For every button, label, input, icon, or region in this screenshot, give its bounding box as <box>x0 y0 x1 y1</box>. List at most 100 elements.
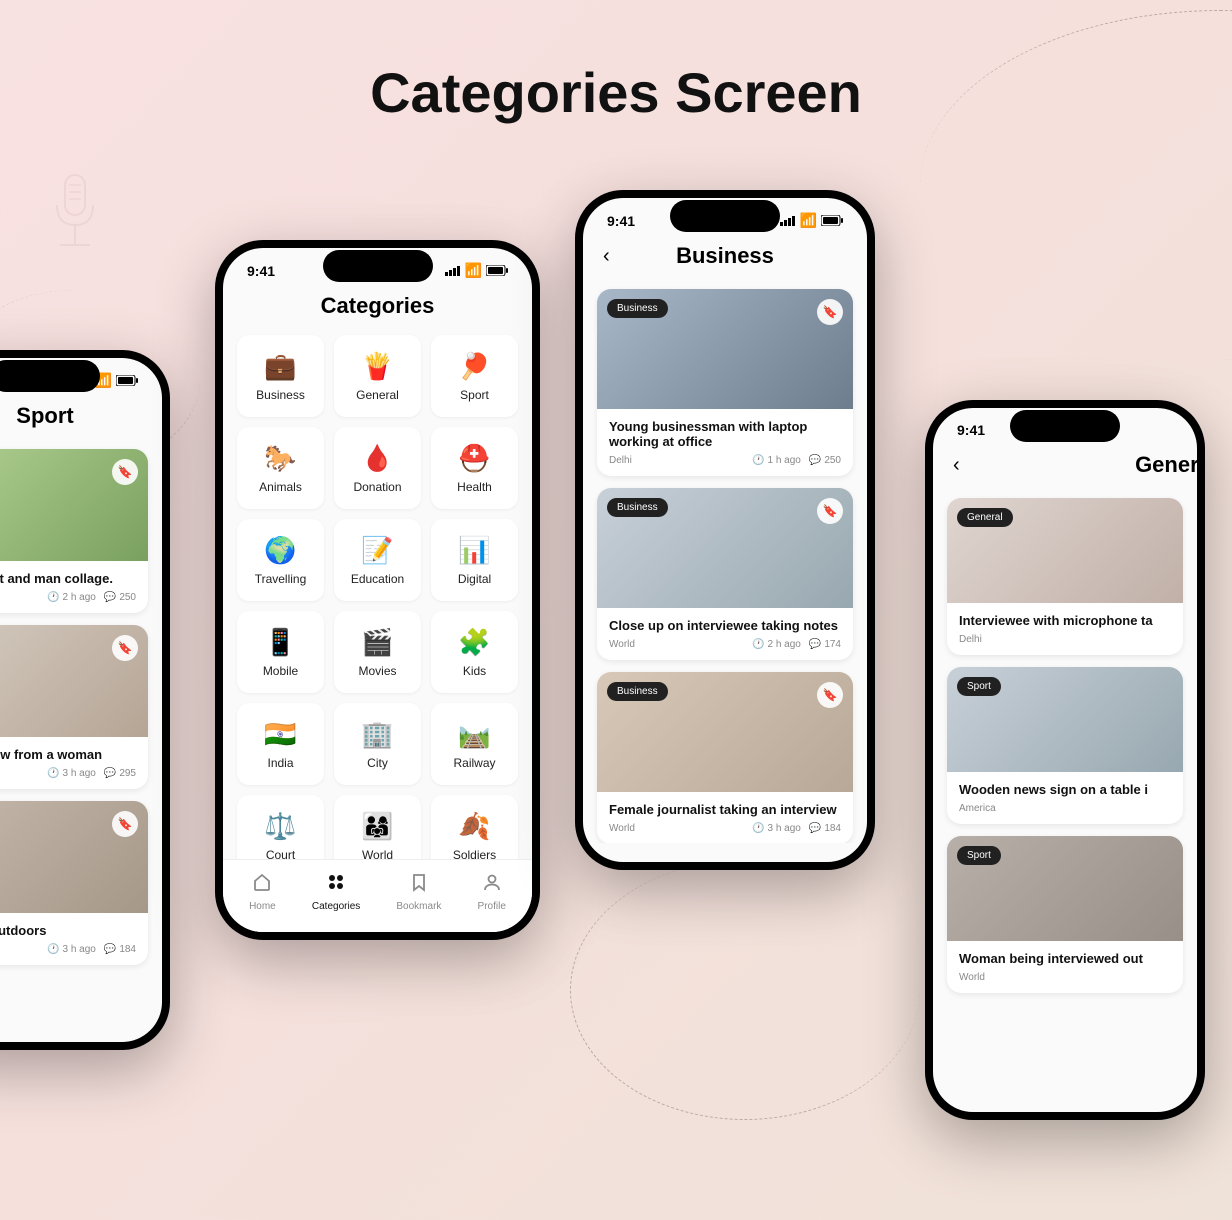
article-card[interactable]: 🔖 interview from a woman 🕐 3 h ago 💬 295 <box>0 625 148 789</box>
bookmark-icon[interactable]: 🔖 <box>817 682 843 708</box>
comments-meta: 💬 250 <box>809 455 841 466</box>
category-tile-travelling[interactable]: 🌍Travelling <box>237 519 324 601</box>
status-icons: 📶 <box>445 262 508 279</box>
nav-home[interactable]: Home <box>249 872 276 912</box>
category-label: Movies <box>358 664 396 678</box>
article-card[interactable]: Business 🔖 Female journalist taking an i… <box>597 672 853 843</box>
location-meta: World <box>959 972 985 983</box>
category-icon: 🛤️ <box>458 719 490 750</box>
screen-title: Sport <box>16 403 73 429</box>
category-tile-city[interactable]: 🏢City <box>334 703 421 785</box>
category-tag: Sport <box>957 846 1001 865</box>
time-meta: 🕐 3 h ago <box>47 944 96 955</box>
location-meta: World <box>609 639 635 650</box>
back-button[interactable]: ‹ <box>603 245 610 268</box>
category-tile-mobile[interactable]: 📱Mobile <box>237 611 324 693</box>
status-icons: 📶 <box>780 212 843 229</box>
nav-label: Home <box>249 901 276 912</box>
article-card[interactable]: Business 🔖 Young businessman with laptop… <box>597 289 853 476</box>
category-label: Railway <box>453 756 495 770</box>
category-label: Education <box>351 572 404 586</box>
category-tag: Business <box>607 682 668 701</box>
comments-meta: 💬 184 <box>104 944 136 955</box>
nav-profile[interactable]: Profile <box>478 872 506 912</box>
category-tile-health[interactable]: ⛑️ Health <box>431 427 518 509</box>
article-card[interactable]: Sport Woman being interviewed out World <box>947 836 1183 993</box>
category-tile-animals[interactable]: 🐎 Animals <box>237 427 324 509</box>
comments-meta: 💬 250 <box>104 592 136 603</box>
phone-general: 9:41 ‹ General General Interviewee with … <box>925 400 1205 1120</box>
location-meta: Delhi <box>959 634 982 645</box>
time-meta: 🕐 1 h ago <box>752 455 801 466</box>
category-tile-education[interactable]: 📝 Education <box>334 519 421 601</box>
category-tile-sport[interactable]: 🏓Sport <box>431 335 518 417</box>
bookmark-icon[interactable]: 🔖 <box>112 635 138 661</box>
article-card[interactable]: Business 🔖 Close up on interviewee takin… <box>597 488 853 660</box>
category-tile-railway[interactable]: 🛤️ Railway <box>431 703 518 785</box>
category-icon: 🐎 <box>264 443 296 474</box>
category-tag: Business <box>607 299 668 318</box>
back-button[interactable]: ‹ <box>953 454 960 477</box>
comments-meta: 💬 184 <box>809 823 841 834</box>
time-meta: 🕐 2 h ago <box>752 639 801 650</box>
category-label: Animals <box>259 480 302 494</box>
category-tag: General <box>957 508 1013 527</box>
category-label: General <box>356 388 399 402</box>
category-tile-donation[interactable]: 🩸 Donation <box>334 427 421 509</box>
phone-sport: 9:41 📶 Sport Sport 🔖 concept and man col… <box>0 350 170 1050</box>
article-title: Young businessman with laptop working at… <box>609 419 841 449</box>
decorative-curve <box>570 860 920 1120</box>
category-icon: 🩸 <box>361 443 393 474</box>
nav-bookmark[interactable]: Bookmark <box>396 872 441 912</box>
category-icon: 🏢 <box>361 719 393 750</box>
nav-label: Profile <box>478 901 506 912</box>
article-title: Female journalist taking an interview <box>609 802 841 817</box>
category-label: Business <box>256 388 305 402</box>
category-label: Donation <box>353 480 401 494</box>
category-tile-digital[interactable]: 📊 Digital <box>431 519 518 601</box>
microphone-icon <box>45 170 105 260</box>
article-card[interactable]: 🔖 ewed outdoors 🕐 3 h ago 💬 184 <box>0 801 148 965</box>
article-title: Close up on interviewee taking notes <box>609 618 841 633</box>
category-icon: ⛑️ <box>458 443 490 474</box>
category-tile-general[interactable]: 🍟General <box>334 335 421 417</box>
category-tile-movies[interactable]: 🎬 Movies <box>334 611 421 693</box>
status-time: 9:41 <box>247 263 275 279</box>
category-icon: 🇮🇳 <box>264 719 296 750</box>
category-label: Health <box>457 480 492 494</box>
status-time: 9:41 <box>957 422 985 438</box>
category-label: Sport <box>460 388 489 402</box>
category-tile-india[interactable]: 🇮🇳India <box>237 703 324 785</box>
nav-label: Categories <box>312 901 360 912</box>
screen-title: Categories <box>321 293 435 319</box>
category-tag: Sport <box>957 677 1001 696</box>
category-icon: 🧩 <box>458 627 490 658</box>
article-card[interactable]: Sport 🔖 concept and man collage. 🕐 2 h a… <box>0 449 148 613</box>
article-title: ewed outdoors <box>0 923 136 938</box>
phone-business: 9:41 📶 ‹ Business Business 🔖 Young busin… <box>575 190 875 870</box>
bookmark-icon[interactable]: 🔖 <box>112 811 138 837</box>
category-icon: 📝 <box>361 535 393 566</box>
category-icon: 📊 <box>458 535 490 566</box>
nav-label: Bookmark <box>396 901 441 912</box>
bookmark-icon[interactable]: 🔖 <box>817 299 843 325</box>
category-label: Travelling <box>255 572 307 586</box>
article-card[interactable]: General Interviewee with microphone ta D… <box>947 498 1183 655</box>
category-tile-kids[interactable]: 🧩Kids <box>431 611 518 693</box>
bookmark-icon[interactable]: 🔖 <box>112 459 138 485</box>
comments-meta: 💬 174 <box>809 639 841 650</box>
category-icon: 🎬 <box>361 627 393 658</box>
article-card[interactable]: Sport Wooden news sign on a table i Amer… <box>947 667 1183 824</box>
nav-categories[interactable]: Categories <box>312 872 360 912</box>
location-meta: World <box>609 823 635 834</box>
bottom-nav: Home Categories Bookmark Profile <box>223 859 532 932</box>
category-icon: 📱 <box>264 627 296 658</box>
categories-icon <box>326 872 346 897</box>
bookmark-icon <box>409 872 429 897</box>
category-label: Digital <box>458 572 491 586</box>
article-title: Woman being interviewed out <box>959 951 1171 966</box>
article-title: concept and man collage. <box>0 571 136 586</box>
bookmark-icon[interactable]: 🔖 <box>817 498 843 524</box>
category-tile-business[interactable]: 💼Business <box>237 335 324 417</box>
time-meta: 🕐 3 h ago <box>47 768 96 779</box>
